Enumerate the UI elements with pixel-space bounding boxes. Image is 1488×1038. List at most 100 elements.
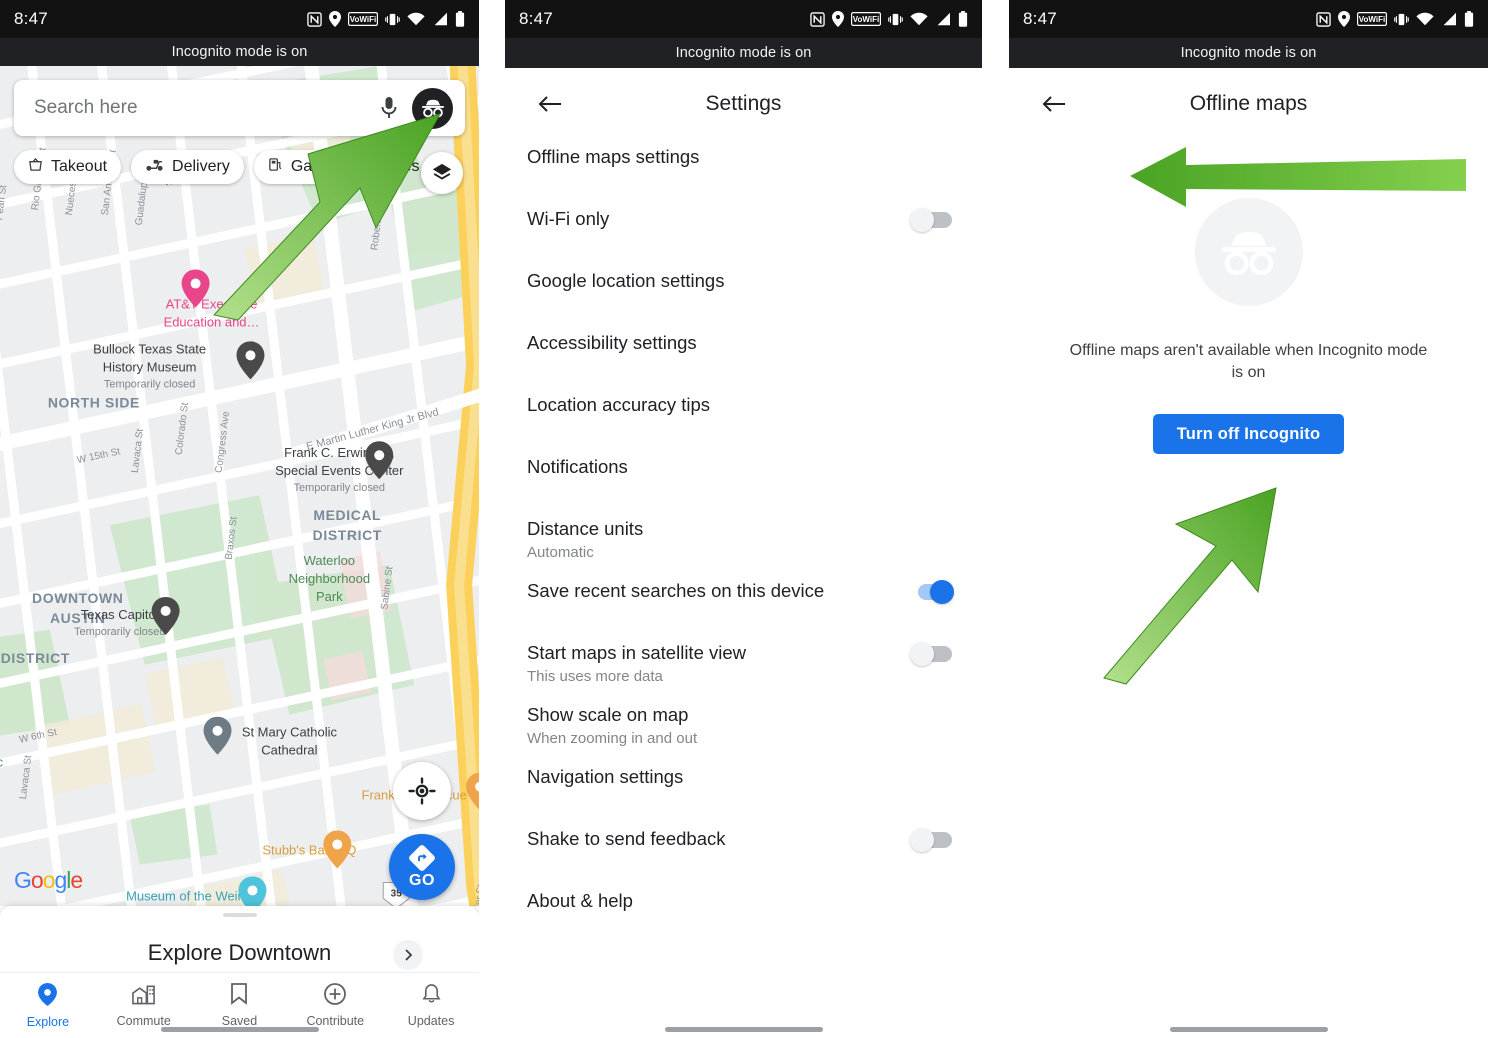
status-clock: 8:47 xyxy=(14,9,48,28)
setting-subtitle: When zooming in and out xyxy=(527,730,698,747)
chip-takeout[interactable]: Takeout xyxy=(14,150,122,184)
bell-icon xyxy=(421,983,441,1010)
wifi-icon xyxy=(1416,12,1434,26)
cellular-signal-icon xyxy=(1441,12,1457,26)
setting-row-save-recent-searches[interactable]: Save recent searches on this device xyxy=(505,580,982,642)
phone-panel-settings: 8:47 VoWiFi Incognito mode is on Setting… xyxy=(505,0,982,1038)
home-indicator[interactable] xyxy=(1169,1027,1328,1032)
explore-bottom-sheet[interactable]: Explore Downtown xyxy=(0,906,479,972)
setting-row-about-and-help[interactable]: About & help xyxy=(505,890,982,952)
page-title: Settings xyxy=(705,92,782,115)
incognito-banner: Incognito mode is on xyxy=(1009,38,1488,68)
bottomnav-label: Contribute xyxy=(306,1014,365,1028)
vowifi-icon: VoWiFi xyxy=(1357,12,1387,26)
setting-row-offline-maps-settings[interactable]: Offline maps settings xyxy=(505,146,982,208)
setting-label: Google location settings xyxy=(527,270,725,291)
status-clock: 8:47 xyxy=(1023,9,1057,28)
search-bar[interactable]: Search here xyxy=(14,80,465,136)
wifi-icon xyxy=(407,12,425,26)
bottomnav-label: Explore xyxy=(26,1014,70,1029)
setting-label: Offline maps settings xyxy=(527,146,700,167)
svg-text:VoWiFi: VoWiFi xyxy=(853,15,879,24)
setting-row-navigation-settings[interactable]: Navigation settings xyxy=(505,766,982,828)
my-location-button[interactable] xyxy=(393,762,451,820)
chip-label: Delivery xyxy=(172,158,230,175)
status-icons: VoWiFi xyxy=(307,11,465,27)
page-title: Offline maps xyxy=(1189,92,1308,115)
bottomnav-label: Updates xyxy=(407,1014,455,1028)
cellular-signal-icon xyxy=(935,12,951,26)
offline-maps-message: Offline maps aren't available when Incog… xyxy=(1069,342,1428,381)
setting-row-distance-units[interactable]: Distance units Automatic xyxy=(505,518,982,580)
svg-text:VoWiFi: VoWiFi xyxy=(1359,15,1385,24)
incognito-banner: Incognito mode is on xyxy=(505,38,982,68)
setting-row-notifications[interactable]: Notifications xyxy=(505,456,982,518)
offline-maps-empty-state: Offline maps aren't available when Incog… xyxy=(1009,140,1488,454)
incognito-hat-glasses-icon xyxy=(1194,198,1303,306)
setting-row-show-scale-on-map[interactable]: Show scale on map When zooming in and ou… xyxy=(505,704,982,766)
gas-pump-icon xyxy=(268,157,283,177)
svg-text:VoWiFi: VoWiFi xyxy=(350,15,376,24)
microphone-icon[interactable] xyxy=(374,93,404,123)
search-input[interactable]: Search here xyxy=(34,97,374,119)
wifi-icon xyxy=(910,12,928,26)
offline-maps-app-bar: Offline maps xyxy=(1009,68,1488,140)
setting-label: Start maps in satellite view xyxy=(527,642,747,663)
chip-label: Takeout xyxy=(51,158,108,175)
chip-gas[interactable]: Gas xyxy=(253,150,335,184)
bottomnav-label: Saved xyxy=(221,1014,258,1028)
phone-panel-offline-maps: 8:47 VoWiFi Incognito mode is on Offline… xyxy=(1009,0,1488,1038)
toggle-shake-to-send-feedback[interactable] xyxy=(910,828,954,852)
status-bar: 8:47 VoWiFi xyxy=(505,0,982,38)
status-icons: VoWiFi xyxy=(1316,11,1474,27)
settings-list: Offline maps settings Wi-Fi only Google … xyxy=(505,140,982,952)
chip-delivery[interactable]: Delivery xyxy=(131,150,244,184)
battery-icon xyxy=(455,11,465,27)
location-icon xyxy=(832,11,844,27)
back-arrow-icon[interactable] xyxy=(1035,85,1073,123)
battery-icon xyxy=(958,11,968,27)
vowifi-icon: VoWiFi xyxy=(851,12,881,26)
setting-row-shake-to-send-feedback[interactable]: Shake to send feedback xyxy=(505,828,982,890)
status-clock: 8:47 xyxy=(519,9,553,28)
bookmark-icon xyxy=(230,983,248,1010)
home-indicator[interactable] xyxy=(664,1027,823,1032)
home-indicator[interactable] xyxy=(160,1027,319,1032)
sheet-grabber[interactable] xyxy=(222,913,257,917)
settings-app-bar: Settings xyxy=(505,68,982,140)
chip-label: Gas xyxy=(290,158,321,175)
battery-icon xyxy=(1464,11,1474,27)
setting-label: Notifications xyxy=(527,456,628,477)
incognito-avatar-icon[interactable] xyxy=(412,87,453,129)
chevron-right-icon[interactable] xyxy=(393,940,423,970)
chip-label: Groceries xyxy=(350,158,420,175)
cellular-signal-icon xyxy=(432,12,448,26)
back-arrow-icon[interactable] xyxy=(531,85,569,123)
setting-row-location-accuracy-tips[interactable]: Location accuracy tips xyxy=(505,394,982,456)
phone-panel-map: 8:47 VoWiFi Incognito mode is on Pearl S… xyxy=(0,0,479,1038)
location-icon xyxy=(329,11,341,27)
turn-off-incognito-button[interactable]: Turn off Incognito xyxy=(1152,414,1345,454)
toggle-wifi-only[interactable] xyxy=(910,208,954,232)
screenshot-stage: 8:47 VoWiFi Incognito mode is on Pearl S… xyxy=(0,0,1488,1038)
vowifi-icon: VoWiFi xyxy=(348,12,378,26)
bottomnav-label: Commute xyxy=(116,1014,171,1028)
go-navigation-button[interactable]: GO xyxy=(389,834,455,900)
bottomnav-item-explore[interactable]: Explore xyxy=(0,973,96,1038)
setting-row-google-location-settings[interactable]: Google location settings xyxy=(505,270,982,332)
toggle-start-maps-satellite[interactable] xyxy=(910,642,954,666)
setting-label: Show scale on map xyxy=(527,704,689,725)
setting-label: Accessibility settings xyxy=(527,332,697,353)
setting-row-wifi-only[interactable]: Wi-Fi only xyxy=(505,208,982,270)
pin-icon xyxy=(37,982,58,1011)
chip-groceries[interactable]: Groceries xyxy=(344,150,433,184)
category-chips: Takeout Delivery Gas Groceries xyxy=(14,150,479,184)
vibrate-icon xyxy=(385,12,400,27)
bottomnav-item-updates[interactable]: Updates xyxy=(383,973,479,1038)
toggle-save-recent-searches[interactable] xyxy=(910,580,954,604)
setting-row-start-maps-satellite[interactable]: Start maps in satellite view This uses m… xyxy=(505,642,982,704)
setting-row-accessibility-settings[interactable]: Accessibility settings xyxy=(505,332,982,394)
vibrate-icon xyxy=(888,12,903,27)
vibrate-icon xyxy=(1394,12,1409,27)
status-bar: 8:47 VoWiFi xyxy=(1009,0,1488,38)
